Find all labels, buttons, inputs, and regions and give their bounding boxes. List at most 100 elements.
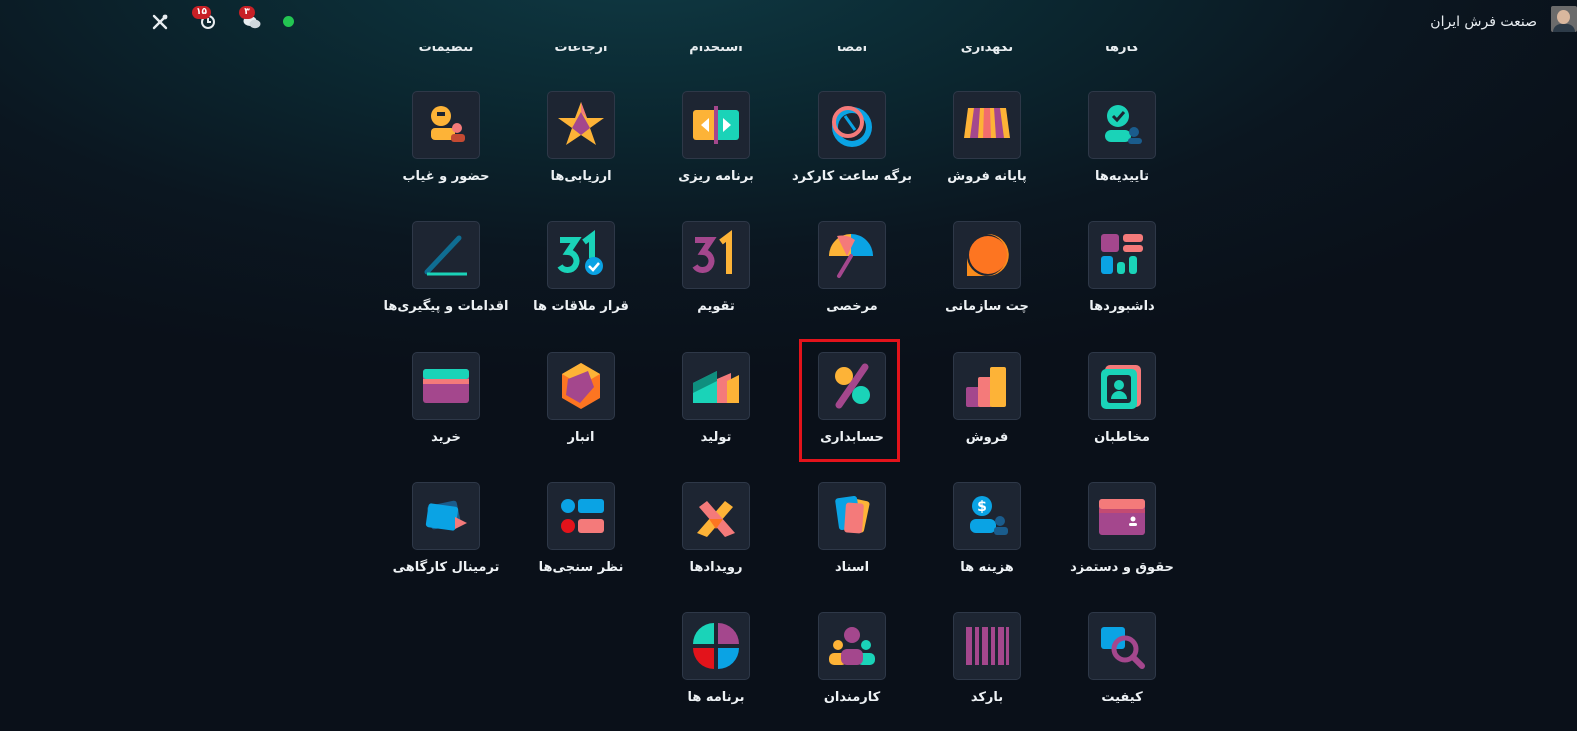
app-label: تولید xyxy=(700,430,732,445)
manufacturing-icon xyxy=(682,352,750,420)
user-avatar[interactable] xyxy=(1551,6,1577,32)
dashboards-icon xyxy=(1088,221,1156,289)
avatar-face xyxy=(1557,10,1570,24)
app-appraisals[interactable]: ارزیابی‌ها xyxy=(511,91,651,184)
app-events[interactable]: رویدادها xyxy=(646,482,786,575)
point-of-sale-icon xyxy=(953,91,1021,159)
avatar-shirt xyxy=(1553,24,1575,32)
app-label: انبار xyxy=(567,430,595,445)
app-label-cut[interactable]: ارجاعات xyxy=(506,46,656,55)
online-status-icon xyxy=(283,16,294,27)
apps-icon xyxy=(682,612,750,680)
documents-icon xyxy=(818,482,886,550)
app-label: اسناد xyxy=(834,560,870,575)
developer-tools-icon[interactable] xyxy=(149,8,171,36)
app-label: تاییدیه‌ها xyxy=(1094,169,1150,184)
activity-badge: ۱۵ xyxy=(192,6,211,19)
approvals-icon xyxy=(1088,91,1156,159)
app-point-of-sale[interactable]: پایانه فروش xyxy=(917,91,1057,184)
discuss-icon xyxy=(953,221,1021,289)
app-label: حضور و غیاب xyxy=(402,169,490,184)
app-timesheet[interactable]: برگه ساعت کارکرد xyxy=(782,91,922,184)
sales-icon xyxy=(953,352,1021,420)
app-label-cut[interactable]: نگهداری xyxy=(912,46,1062,55)
appraisals-icon xyxy=(547,91,615,159)
app-payroll[interactable]: حقوق و دستمزد xyxy=(1052,482,1192,575)
app-calendar[interactable]: تقویم xyxy=(646,221,786,314)
expenses-icon: $ xyxy=(953,482,1021,550)
app-purchase[interactable]: خرید xyxy=(376,352,516,445)
app-discuss[interactable]: چت سازمانی xyxy=(917,221,1057,314)
app-inventory[interactable]: انبار xyxy=(511,352,651,445)
app-label: تقویم xyxy=(697,299,735,314)
cut-app-row: کارها نگهداری امضا استخدام ارجاعات تنظیم… xyxy=(0,38,1577,56)
app-label-cut[interactable]: استخدام xyxy=(641,46,791,55)
shop-floor-icon xyxy=(412,482,480,550)
accounting-highlight-box xyxy=(799,339,900,462)
app-quality[interactable]: کیفیت xyxy=(1052,612,1192,705)
activity-clock-icon[interactable]: ۱۵ xyxy=(192,6,219,36)
events-icon xyxy=(682,482,750,550)
attendance-icon xyxy=(412,91,480,159)
app-label: چت سازمانی xyxy=(945,299,1029,314)
app-label: مخاطبان xyxy=(1094,430,1150,445)
inventory-icon xyxy=(547,352,615,420)
app-barcode[interactable]: بارکد xyxy=(917,612,1057,705)
app-label: هزینه ها xyxy=(960,560,1014,575)
app-employees[interactable]: کارمندان xyxy=(782,612,922,705)
app-shop-floor[interactable]: ترمینال کارگاهی xyxy=(376,482,516,575)
app-label: داشبوردها xyxy=(1089,299,1155,314)
app-label: ارزیابی‌ها xyxy=(550,169,612,184)
app-label: برنامه ها xyxy=(687,690,745,705)
timesheet-icon xyxy=(818,91,886,159)
messages-badge: ۳ xyxy=(239,6,255,19)
messages-icon[interactable]: ۳ xyxy=(239,6,263,36)
app-label: ترمینال کارگاهی xyxy=(392,560,500,575)
activities-icon xyxy=(412,221,480,289)
surveys-icon xyxy=(547,482,615,550)
app-label: نظر سنجی‌ها xyxy=(538,560,624,575)
company-switcher[interactable]: صنعت فرش ایران xyxy=(1430,8,1537,36)
calendar-icon xyxy=(682,221,750,289)
app-label-cut[interactable]: کارها xyxy=(1047,46,1197,55)
app-label: حقوق و دستمزد xyxy=(1070,560,1174,575)
app-dashboards[interactable]: داشبوردها xyxy=(1052,221,1192,314)
app-label-cut[interactable]: تنظیمات xyxy=(371,46,521,55)
app-label: خرید xyxy=(431,430,461,445)
app-expenses[interactable]: $ هزینه ها xyxy=(917,482,1057,575)
app-activities[interactable]: اقدامات و پیگیری‌ها xyxy=(376,221,516,314)
app-label-cut[interactable]: امضا xyxy=(777,46,927,55)
employees-icon xyxy=(818,612,886,680)
app-label: بارکد xyxy=(970,690,1004,705)
appointments-icon xyxy=(547,221,615,289)
app-label: برنامه ریزی xyxy=(678,169,754,184)
app-label: اقدامات و پیگیری‌ها xyxy=(383,299,509,314)
app-label: کارمندان xyxy=(823,690,881,705)
app-sales[interactable]: فروش xyxy=(917,352,1057,445)
payroll-icon xyxy=(1088,482,1156,550)
app-label: مرخصی xyxy=(826,299,878,314)
app-label: قرار ملاقات ها xyxy=(533,299,629,314)
app-attendance[interactable]: حضور و غیاب xyxy=(376,91,516,184)
barcode-icon xyxy=(953,612,1021,680)
app-label: پایانه فروش xyxy=(947,169,1027,184)
quality-icon xyxy=(1088,612,1156,680)
app-apps[interactable]: برنامه ها xyxy=(646,612,786,705)
app-surveys[interactable]: نظر سنجی‌ها xyxy=(511,482,651,575)
time-off-icon xyxy=(818,221,886,289)
app-contacts[interactable]: مخاطبان xyxy=(1052,352,1192,445)
svg-text:$: $ xyxy=(977,499,987,515)
app-appointments[interactable]: قرار ملاقات ها xyxy=(511,221,651,314)
app-label: کیفیت xyxy=(1101,690,1143,705)
planning-icon xyxy=(682,91,750,159)
app-label: فروش xyxy=(965,430,1009,445)
app-approvals[interactable]: تاییدیه‌ها xyxy=(1052,91,1192,184)
contacts-icon xyxy=(1088,352,1156,420)
app-manufacturing[interactable]: تولید xyxy=(646,352,786,445)
app-label: رویدادها xyxy=(689,560,743,575)
app-time-off[interactable]: مرخصی xyxy=(782,221,922,314)
app-planning[interactable]: برنامه ریزی xyxy=(646,91,786,184)
purchase-icon xyxy=(412,352,480,420)
app-documents[interactable]: اسناد xyxy=(782,482,922,575)
app-label: برگه ساعت کارکرد xyxy=(791,169,912,184)
